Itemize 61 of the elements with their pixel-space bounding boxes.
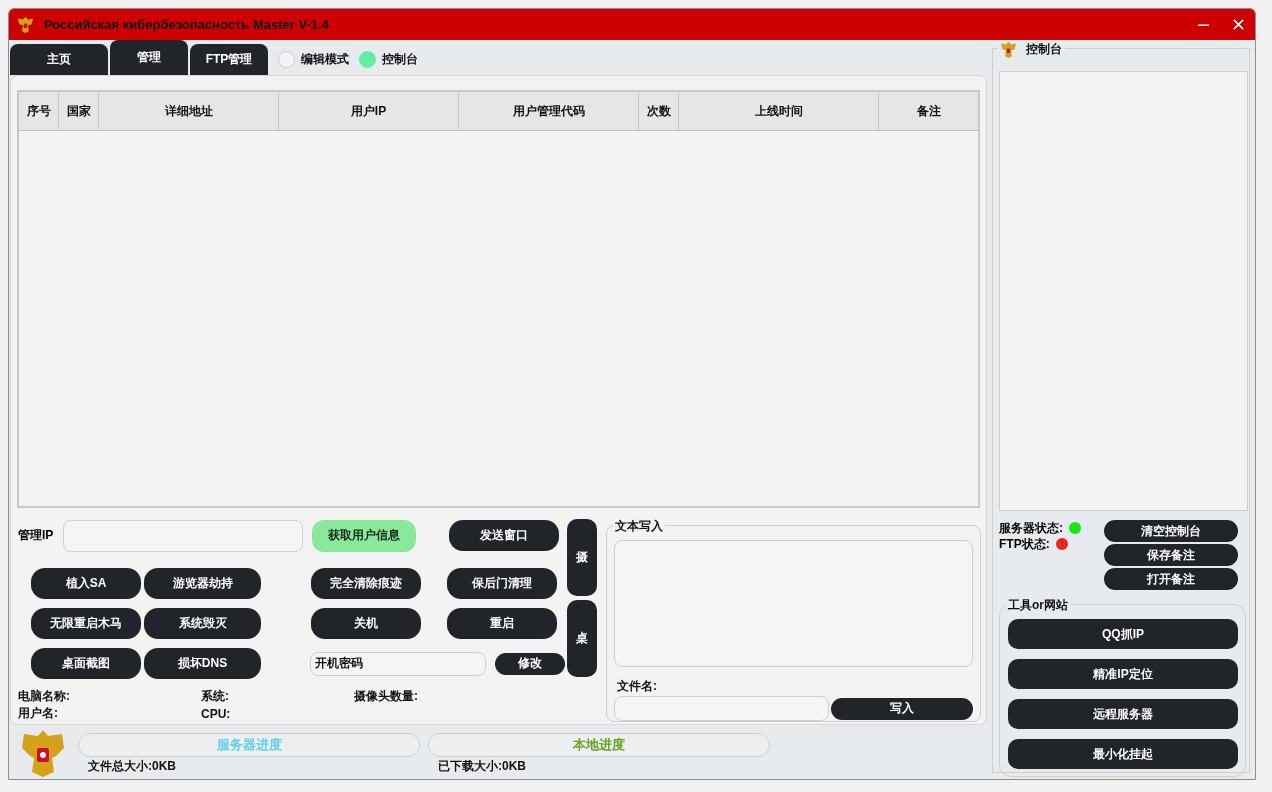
file-size-label: 已下载大小:0KB: [438, 758, 527, 775]
group-title: 工具or网站: [1006, 597, 1070, 614]
tab[interactable]: 管理: [110, 40, 188, 75]
radio-label: 控制台: [382, 51, 418, 68]
info-label: 电脑名称:: [17, 688, 71, 705]
password-input-field[interactable]: 开机密码: [310, 651, 486, 676]
close-icon[interactable]: [1232, 18, 1245, 31]
fetch-user-info-button[interactable]: 获取用户信息: [312, 519, 416, 552]
side-button[interactable]: 桌: [567, 600, 597, 677]
info-label: 摄像头数量:: [354, 688, 418, 705]
tool-button[interactable]: 最小化挂起: [1008, 739, 1238, 769]
tool-button[interactable]: QQ抓IP: [1008, 619, 1238, 649]
file-size-label: 文件总大小:0KB: [88, 758, 177, 775]
status-label: 服务器状态:: [999, 519, 1063, 537]
column-header[interactable]: 序号: [19, 92, 59, 130]
send-window-button[interactable]: 发送窗口: [449, 520, 559, 551]
info-label: 用户名:: [17, 705, 59, 722]
action-button[interactable]: 桌面截图: [31, 648, 141, 679]
action-button[interactable]: 保后门清理: [447, 568, 557, 599]
info-label: 系统:: [201, 688, 230, 705]
tab[interactable]: 主页: [10, 44, 108, 75]
radio-button[interactable]: [278, 51, 295, 68]
column-header[interactable]: 用户IP: [279, 92, 459, 130]
column-header[interactable]: 国家: [59, 92, 99, 130]
tool-button[interactable]: 精准IP定位: [1008, 659, 1238, 689]
column-header[interactable]: 详细地址: [99, 92, 279, 130]
column-header[interactable]: 上线时间: [679, 92, 879, 130]
ip-input-field[interactable]: [63, 519, 303, 552]
text-area[interactable]: [614, 540, 973, 667]
column-header[interactable]: 用户管理代码: [459, 92, 639, 130]
filename-input-field[interactable]: [614, 696, 830, 721]
progress-bar: 本地进度: [428, 733, 770, 757]
action-button[interactable]: 游览器劫持: [144, 568, 261, 599]
action-button[interactable]: 完全清除痕迹: [311, 568, 421, 599]
action-button[interactable]: 无限重启木马: [31, 608, 141, 639]
tool-button[interactable]: 远程服务器: [1008, 699, 1238, 729]
action-button[interactable]: 植入SA: [31, 568, 141, 599]
write-button[interactable]: 写入: [831, 697, 973, 720]
modify-button[interactable]: 修改: [495, 652, 565, 675]
side-button[interactable]: 摄: [567, 519, 597, 596]
console-button[interactable]: 打开备注: [1104, 568, 1238, 590]
radio-label: 编辑模式: [301, 51, 349, 68]
radio-button[interactable]: [359, 51, 376, 68]
action-button[interactable]: 关机: [311, 608, 421, 639]
action-button[interactable]: 损坏DNS: [144, 648, 261, 679]
ip-label: 管理IP: [17, 527, 55, 544]
eagle-emblem-icon: [17, 15, 34, 34]
console-button[interactable]: 保存备注: [1104, 544, 1238, 566]
window-title: Российская кибербезопасность Master V-1.4: [44, 17, 330, 32]
filename-label: 文件名:: [616, 678, 658, 695]
group-title: 文本写入: [613, 518, 665, 535]
action-button[interactable]: 系统毁灭: [144, 608, 261, 639]
group-title: 控制台: [1020, 41, 1065, 58]
tab[interactable]: FTP管理: [190, 44, 268, 75]
column-header[interactable]: 次数: [639, 92, 679, 130]
info-label: CPU:: [201, 706, 232, 721]
console-button[interactable]: 清空控制台: [1104, 520, 1238, 542]
column-header[interactable]: 备注: [879, 92, 978, 130]
progress-bar: 服务器进度: [78, 733, 420, 757]
status-label: FTP状态:: [999, 535, 1050, 553]
action-button[interactable]: 重启: [447, 608, 557, 639]
